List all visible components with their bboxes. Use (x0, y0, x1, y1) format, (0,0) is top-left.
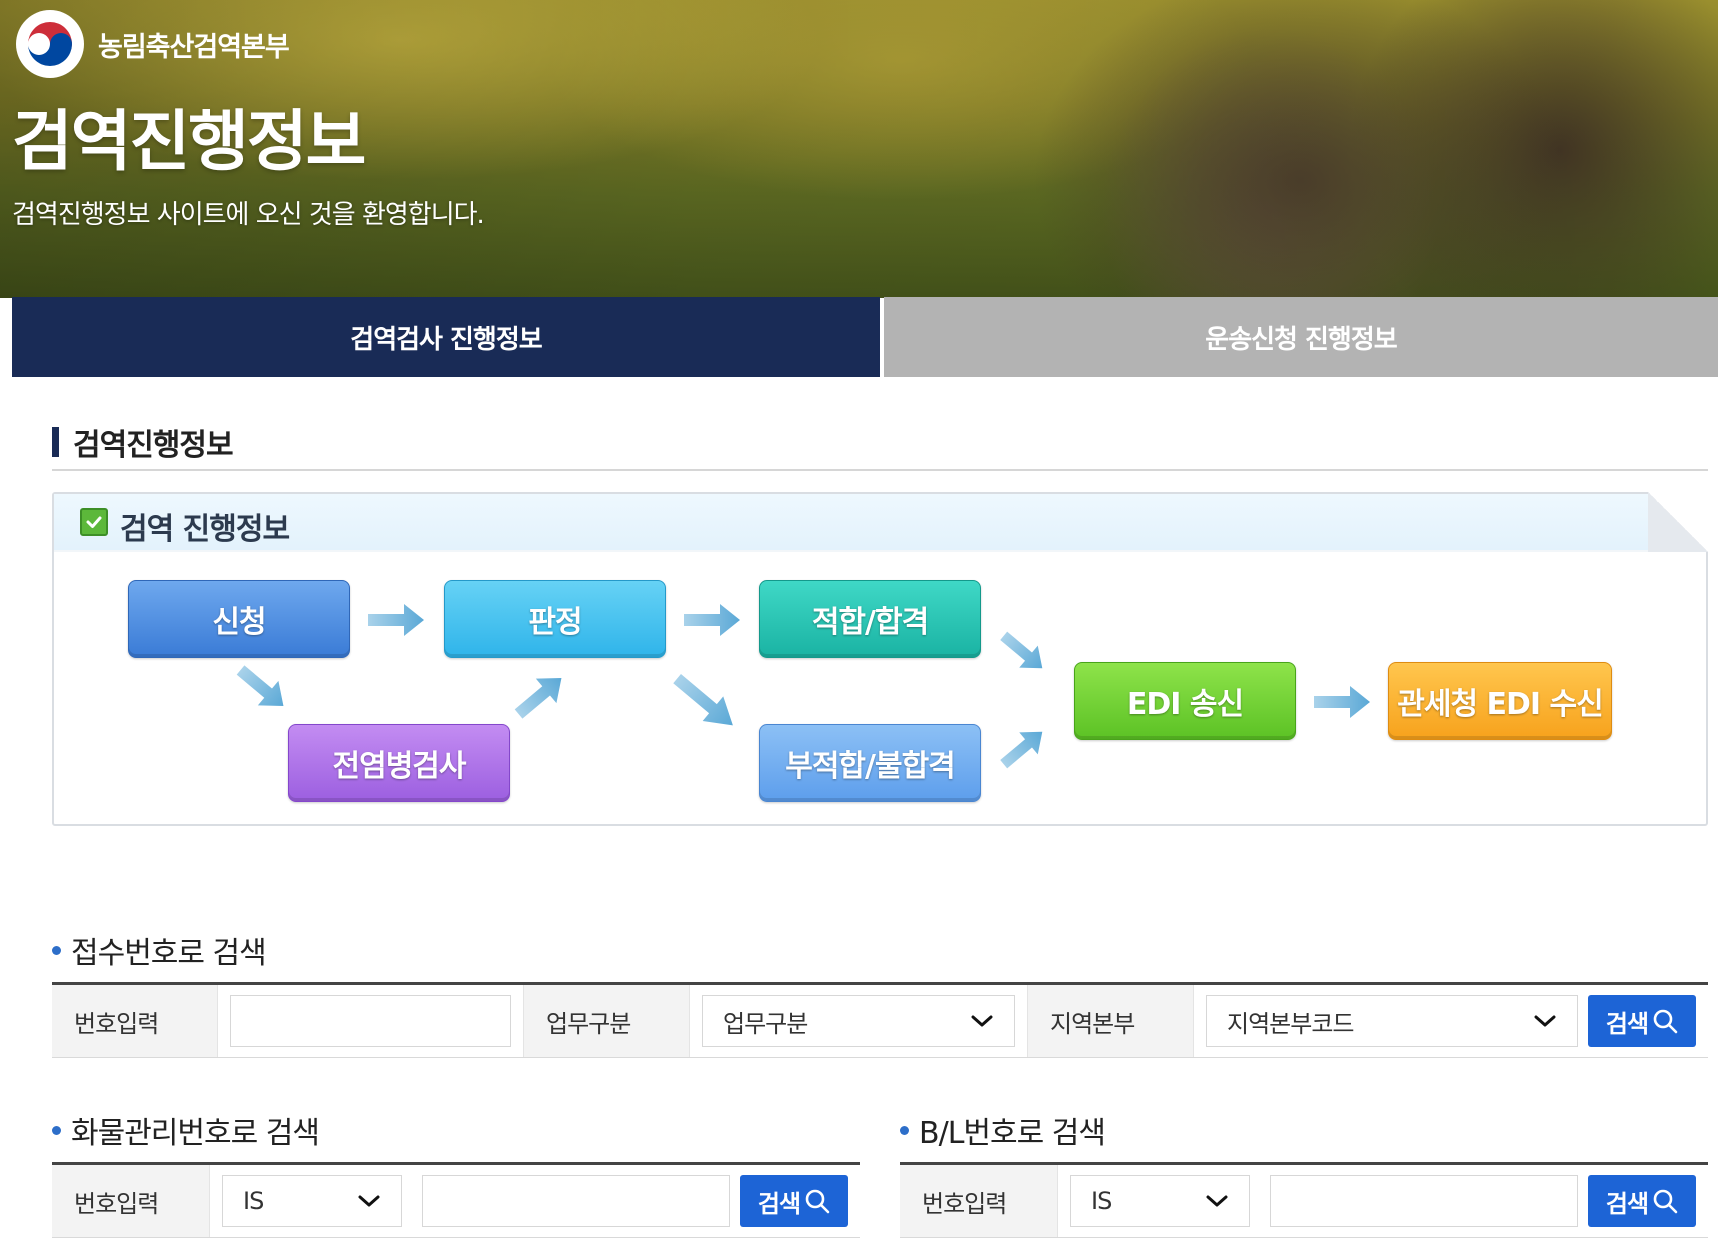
search-icon (1653, 1009, 1678, 1034)
arrow-down-right-icon (991, 621, 1056, 683)
bullet-dot-icon (52, 1125, 61, 1135)
bl-search-button[interactable]: 검색 (1588, 1175, 1696, 1227)
section-heading: 검역진행정보 (52, 420, 234, 464)
arrow-right-icon (682, 602, 742, 638)
step-customs-edi-receive: 관세청 EDI 수신 (1388, 662, 1612, 740)
step-apply: 신청 (128, 580, 350, 658)
flow-diagram: 검역 진행정보 신청 판정 적합/합격 전염병검사 부적합/불합격 EDI 송신… (52, 492, 1708, 826)
cargo-prefix-selected: IS (243, 1187, 264, 1215)
step-edi-send: EDI 송신 (1074, 662, 1296, 740)
site-logo[interactable]: 농림축산검역본부 (16, 10, 290, 78)
search-icon (1653, 1189, 1678, 1214)
search-button-label: 검색 (1605, 1009, 1649, 1038)
bl-search-heading: B/L번호로 검색 (900, 1108, 1106, 1152)
main-tabs: 검역검사 진행정보 운송신청 진행정보 (12, 297, 1718, 377)
step-fail: 부적합/불합격 (759, 724, 981, 802)
step-pass: 적합/합격 (759, 580, 981, 658)
region-selected: 지역본부코드 (1227, 1009, 1354, 1038)
work-type-cell: 업무구분 (690, 985, 1028, 1057)
receipt-search-button[interactable]: 검색 (1588, 995, 1696, 1047)
step-judge: 판정 (444, 580, 666, 658)
flow-header: 검역 진행정보 (54, 494, 1706, 552)
bullet-dot-icon (900, 1125, 909, 1135)
arrow-right-icon (1312, 684, 1372, 720)
hero-banner: 농림축산검역본부 검역진행정보 검역진행정보 사이트에 오신 것을 환영합니다. (0, 0, 1718, 298)
hero-title: 검역진행정보 (12, 103, 366, 180)
region-select[interactable]: 지역본부코드 (1206, 995, 1578, 1047)
arrow-down-right-icon (664, 663, 747, 741)
cargo-input-cell: IS 검색 (210, 1165, 860, 1237)
section-divider (52, 469, 1708, 471)
bl-search-form: 번호입력 IS 검색 (900, 1162, 1708, 1238)
work-type-label: 업무구분 (524, 985, 690, 1057)
section-title: 검역진행정보 (73, 428, 234, 463)
arrow-up-right-icon (505, 663, 574, 729)
welcome-message: 검역진행정보 사이트에 오신 것을 환영합니다. (12, 200, 485, 230)
taegeuk-emblem-icon (16, 10, 84, 78)
arrow-down-right-icon (227, 655, 296, 721)
chevron-down-icon (971, 1015, 993, 1027)
heading-bar (52, 427, 59, 457)
cargo-search-heading: 화물관리번호로 검색 (52, 1108, 320, 1152)
search-button-label: 검색 (757, 1189, 801, 1218)
receipt-number-cell (218, 985, 524, 1057)
org-name: 농림축산검역본부 (98, 31, 290, 63)
work-type-selected: 업무구분 (723, 1009, 808, 1038)
chevron-down-icon (1206, 1195, 1228, 1207)
receipt-search-title: 접수번호로 검색 (71, 936, 267, 971)
arrow-up-right-icon (991, 717, 1056, 779)
bl-prefix-selected: IS (1091, 1187, 1112, 1215)
chevron-down-icon (358, 1195, 380, 1207)
cargo-search-button[interactable]: 검색 (740, 1175, 848, 1227)
work-type-select[interactable]: 업무구분 (702, 995, 1015, 1047)
checkbox-checked-icon (80, 508, 108, 536)
cargo-number-label: 번호입력 (52, 1165, 210, 1237)
receipt-search-heading: 접수번호로 검색 (52, 928, 267, 972)
cargo-number-input[interactable] (422, 1175, 730, 1227)
receipt-number-input[interactable] (230, 995, 511, 1047)
cargo-search-title: 화물관리번호로 검색 (71, 1116, 320, 1151)
bl-prefix-select[interactable]: IS (1070, 1175, 1250, 1227)
cargo-search-form: 번호입력 IS 검색 (52, 1162, 860, 1238)
tab-transport-progress[interactable]: 운송신청 진행정보 (884, 297, 1718, 377)
cargo-prefix-select[interactable]: IS (222, 1175, 402, 1227)
bl-number-input[interactable] (1270, 1175, 1578, 1227)
page-corner-fold (1648, 492, 1708, 552)
region-label: 지역본부 (1028, 985, 1194, 1057)
bl-number-label: 번호입력 (900, 1165, 1058, 1237)
bl-search-title: B/L번호로 검색 (919, 1116, 1106, 1151)
tab-inspection-progress[interactable]: 검역검사 진행정보 (12, 297, 880, 377)
chevron-down-icon (1534, 1015, 1556, 1027)
bl-input-cell: IS 검색 (1058, 1165, 1708, 1237)
search-button-label: 검색 (1605, 1189, 1649, 1218)
step-infection-test: 전염병검사 (288, 724, 510, 802)
receipt-number-label: 번호입력 (52, 985, 218, 1057)
arrow-right-icon (366, 602, 426, 638)
receipt-search-form: 번호입력 업무구분 업무구분 지역본부 지역본부코드 검색 (52, 982, 1708, 1058)
flow-title: 검역 진행정보 (120, 512, 290, 547)
bullet-dot-icon (52, 945, 61, 955)
search-icon (805, 1189, 830, 1214)
region-cell: 지역본부코드 검색 (1194, 985, 1708, 1057)
